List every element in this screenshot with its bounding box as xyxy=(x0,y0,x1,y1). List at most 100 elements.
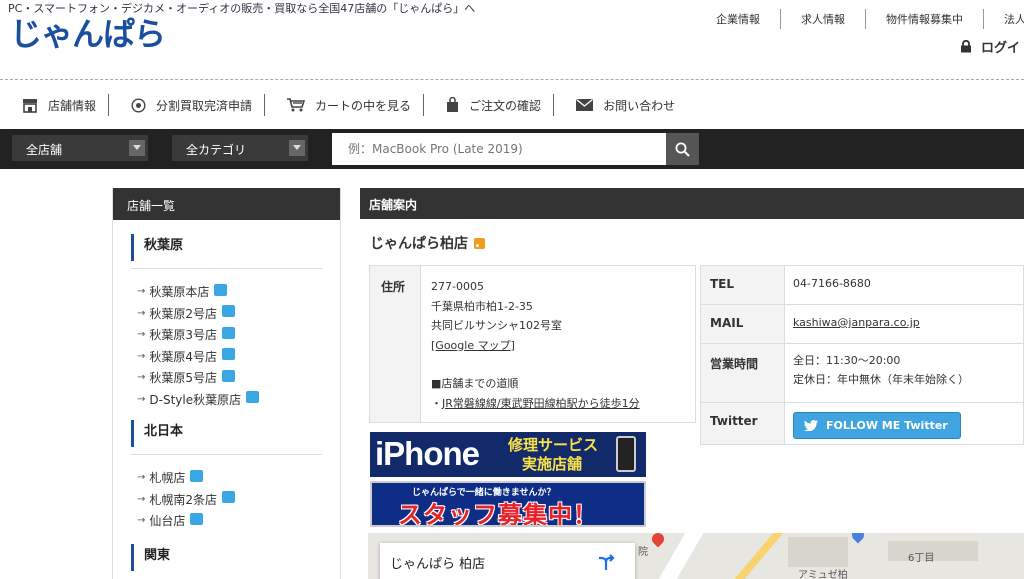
subnav-store-info[interactable]: 店舗情報 xyxy=(0,94,108,116)
store-link[interactable]: → 秋葉原3号店 xyxy=(137,324,340,346)
banner-recruit-main: スタッフ募集中！ xyxy=(398,501,598,527)
iphone-repair-banner[interactable]: iPhone 修理サービス 実施店舗 xyxy=(370,432,646,477)
store-link[interactable]: → 仙台店 xyxy=(137,510,340,532)
janpara-logo[interactable]: じゃんぱら xyxy=(10,13,175,53)
route-line: ・JR常磐線線/東武野田線柏駅から徒歩1分 xyxy=(431,396,640,410)
map-road xyxy=(722,533,784,579)
store-link[interactable]: → D-Style秋葉原店 xyxy=(137,389,340,411)
mail-label: MAIL xyxy=(700,304,785,344)
arrow-right-icon: → xyxy=(137,329,146,341)
twitter-icon xyxy=(222,348,236,361)
search-bar: 全店舗 全カテゴリ xyxy=(0,129,1024,169)
store-list: → 秋葉原本店 → 秋葉原2号店 → 秋葉原3号店 → 秋葉原4号店 → 秋葉原5号店 →… xyxy=(137,281,340,410)
cart-icon xyxy=(287,98,306,112)
lock-icon xyxy=(961,40,971,53)
hours-label: 営業時間 xyxy=(700,343,785,403)
store-list-sidebar: 店舗一覧 秋葉原 → 秋葉原本店 → 秋葉原2号店 → 秋葉原3号店 → 秋葉原4号店 … xyxy=(112,188,341,579)
region-divider xyxy=(131,268,322,269)
route-link[interactable]: JR常磐線線/東武野田線柏駅から徒歩1分 xyxy=(442,397,640,410)
store-list: → 札幌店 → 札幌南2条店 → 仙台店 xyxy=(137,467,340,532)
search-button[interactable] xyxy=(666,133,699,165)
store-icon xyxy=(23,98,37,113)
store-link[interactable]: → 札幌南2条店 xyxy=(137,489,340,511)
corp-link-property[interactable]: 物件情報募集中 xyxy=(865,9,983,29)
twitter-icon xyxy=(222,491,236,504)
tel-value: 04-7166-8680 xyxy=(784,265,1024,305)
directions-icon[interactable] xyxy=(597,553,615,571)
map-label: アミュゼ柏 xyxy=(798,570,848,579)
staff-recruit-banner[interactable]: じゃんぱらで一緒に働きませんか？ スタッフ募集中！ xyxy=(370,481,646,527)
store-select-value: 全店舗 xyxy=(26,143,63,157)
map-pin-icon xyxy=(849,533,867,544)
subnav-order-status[interactable]: ご注文の確認 xyxy=(423,94,553,116)
category-select-value: 全カテゴリ xyxy=(186,143,247,157)
subnav-cart[interactable]: カートの中を見る xyxy=(264,94,423,116)
twitter-icon xyxy=(190,469,204,482)
login-link[interactable]: ログイ xyxy=(960,37,1020,56)
twitter-label: Twitter xyxy=(700,402,785,445)
circle-dot-icon xyxy=(131,97,146,113)
phone-icon xyxy=(616,436,636,472)
map-label: 院 xyxy=(638,547,648,558)
store-link[interactable]: → 秋葉原4号店 xyxy=(137,346,340,368)
subnav-store-info-label: 店舗情報 xyxy=(48,98,97,113)
region-divider xyxy=(131,454,322,455)
twitter-icon xyxy=(222,305,236,318)
google-map-link[interactable]: [Google マップ] xyxy=(431,336,640,356)
section-title: 店舗案内 xyxy=(360,188,1024,219)
store-link[interactable]: → 秋葉原5号店 xyxy=(137,367,340,389)
svg-text:じゃんぱら: じゃんぱら xyxy=(10,15,165,53)
address-line2: 共同ビルサンシャ102号室 xyxy=(431,319,562,332)
store-link[interactable]: → 秋葉原2号店 xyxy=(137,303,340,325)
map-place-card: じゃんぱら 柏店 xyxy=(380,543,635,579)
postal-code: 277-0005 xyxy=(431,280,484,293)
sub-navigation: 店舗情報 分割買取完済申請 カートの中を見る ご注文の確認 お問い合わせ xyxy=(0,92,687,118)
corp-link-company[interactable]: 企業情報 xyxy=(696,9,780,29)
region-heading: 関東 xyxy=(131,543,324,571)
banner-iphone-text: iPhone xyxy=(375,435,480,472)
hours-value: 全日：11:30〜20:00 xyxy=(793,354,901,367)
rss-icon[interactable] xyxy=(474,237,485,249)
store-name-heading: じゃんぱら柏店 xyxy=(370,233,485,253)
store-link[interactable]: → 秋葉原本店 xyxy=(137,281,340,303)
map-card-title: じゃんぱら 柏店 xyxy=(390,557,486,572)
subnav-installment[interactable]: 分割買取完済申請 xyxy=(108,94,264,116)
map-pin-icon xyxy=(649,533,667,548)
search-input[interactable] xyxy=(332,133,666,165)
subnav-contact-label: お問い合わせ xyxy=(603,98,676,113)
region-heading: 北日本 xyxy=(131,420,324,447)
chevron-down-icon xyxy=(129,140,145,156)
mail-link[interactable]: kashiwa@janpara.co.jp xyxy=(793,316,920,329)
store-link[interactable]: → 札幌店 xyxy=(137,467,340,489)
address-label: 住所 xyxy=(370,266,421,422)
region-heading: 秋葉原 xyxy=(131,234,324,261)
arrow-right-icon: → xyxy=(137,372,146,384)
twitter-bird-icon xyxy=(804,420,818,431)
sidebar-title: 店舗一覧 xyxy=(113,188,340,220)
banner-repair-text: 修理サービス 実施店舗 xyxy=(508,436,599,473)
subnav-contact[interactable]: お問い合わせ xyxy=(553,94,687,116)
arrow-right-icon: → xyxy=(137,286,146,298)
corporate-links: 企業情報 求人情報 物件情報募集中 法人 xyxy=(696,9,1024,29)
arrow-right-icon: → xyxy=(137,307,146,319)
store-name: じゃんぱら柏店 xyxy=(370,236,468,252)
twitter-icon xyxy=(222,369,236,382)
address-line1: 千葉県柏市柏1-2-35 xyxy=(431,299,533,313)
corp-link-jobs[interactable]: 求人情報 xyxy=(780,9,865,29)
map-label: 6丁目 xyxy=(908,553,935,564)
tel-label: TEL xyxy=(700,265,785,305)
corp-link-business[interactable]: 法人 xyxy=(983,9,1024,29)
subnav-cart-label: カートの中を見る xyxy=(315,98,412,113)
holiday-value: 定休日：年中無休（年末年始除く） xyxy=(793,373,969,386)
search-icon xyxy=(675,142,690,157)
arrow-right-icon: → xyxy=(137,472,146,484)
subnav-order-status-label: ご注文の確認 xyxy=(469,98,542,113)
category-select[interactable]: 全カテゴリ xyxy=(172,135,308,161)
twitter-follow-button[interactable]: FOLLOW ME Twitter xyxy=(793,412,961,439)
address-box: 住所 277-0005 千葉県柏市柏1-2-35 共同ビルサンシャ102号室 [… xyxy=(369,265,696,423)
store-select[interactable]: 全店舗 xyxy=(12,135,148,161)
twitter-icon xyxy=(246,391,260,404)
chevron-down-icon xyxy=(289,140,305,156)
subnav-installment-label: 分割買取完済申請 xyxy=(156,98,253,113)
arrow-right-icon: → xyxy=(137,393,146,405)
